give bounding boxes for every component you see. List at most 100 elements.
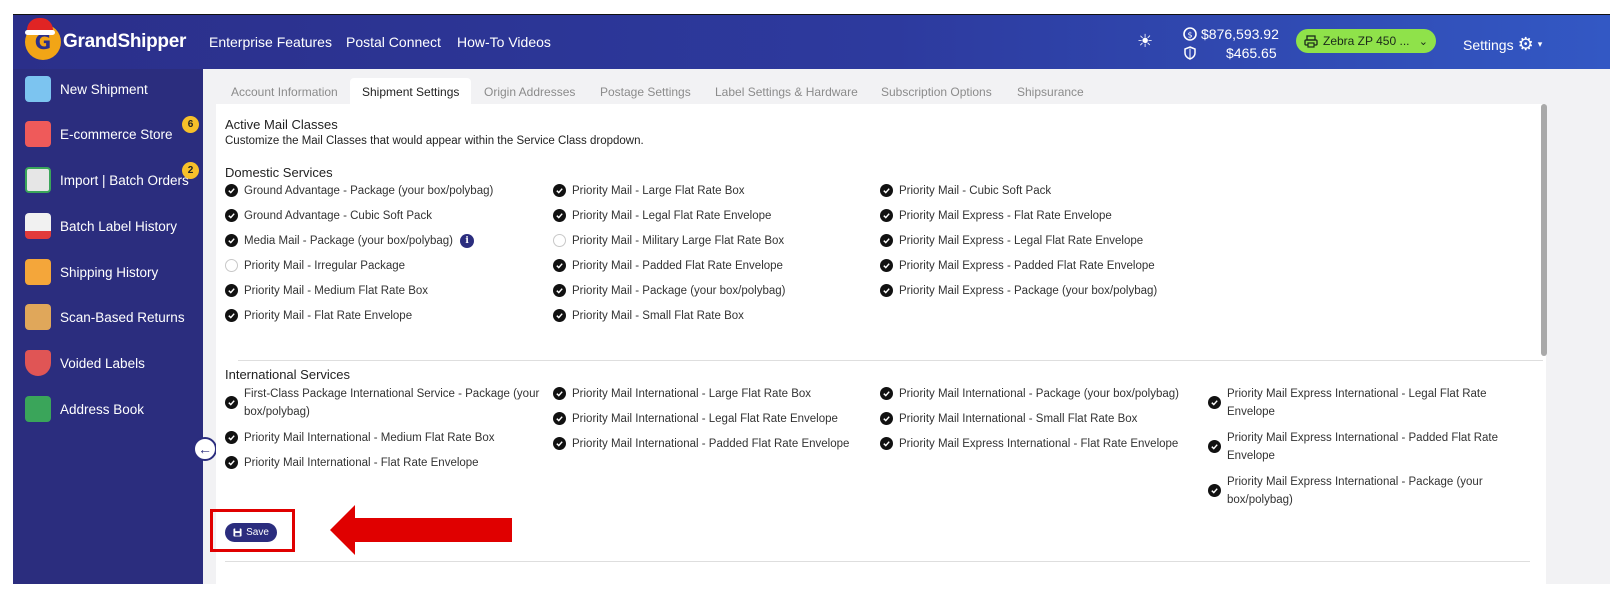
option-label: Priority Mail International - Large Flat… <box>572 388 812 400</box>
mail-class-option[interactable]: Priority Mail - Legal Flat Rate Envelope <box>553 207 873 225</box>
mail-class-option[interactable]: Priority Mail International - Large Flat… <box>553 385 873 403</box>
nav-enterprise-features[interactable]: Enterprise Features <box>209 34 332 50</box>
mail-class-option[interactable]: Priority Mail Express International - Le… <box>1208 385 1508 421</box>
mail-class-option[interactable]: Priority Mail - Irregular Package <box>225 257 545 275</box>
checkbox-checked-icon[interactable] <box>1208 484 1221 497</box>
mail-class-option[interactable]: Media Mail - Package (your box/polybag) i <box>225 232 545 250</box>
option-label: Priority Mail International - Package (y… <box>899 388 1179 400</box>
checkbox-checked-icon[interactable] <box>553 412 566 425</box>
sidebar-item-label: New Shipment <box>60 81 148 97</box>
checkbox-checked-icon[interactable] <box>553 309 566 322</box>
brand-logo[interactable]: G GrandShipper <box>25 18 186 63</box>
tab-subscription-options[interactable]: Subscription Options <box>869 78 1004 106</box>
option-label: Priority Mail - Padded Flat Rate Envelop… <box>572 260 783 272</box>
checkbox-checked-icon[interactable] <box>553 437 566 450</box>
tab-shipment-settings[interactable]: Shipment Settings <box>350 78 472 106</box>
checkbox-checked-icon[interactable] <box>225 396 238 409</box>
mail-class-option[interactable]: First-Class Package International Servic… <box>225 385 550 421</box>
option-label: Priority Mail - Flat Rate Envelope <box>244 310 413 322</box>
checkbox-checked-icon[interactable] <box>880 387 893 400</box>
mail-class-option[interactable]: Priority Mail International - Small Flat… <box>880 410 1200 428</box>
checkbox-checked-icon[interactable] <box>225 456 238 469</box>
mail-class-option[interactable]: Priority Mail - Large Flat Rate Box <box>553 182 873 200</box>
gear-icon: ⚙ <box>1517 34 1534 54</box>
sidebar-item-batch-label-history[interactable]: Batch Label History <box>13 206 203 246</box>
sidebar-item-new-shipment[interactable]: New Shipment <box>13 69 203 109</box>
collapse-sidebar-arrow-icon[interactable]: ← <box>193 437 217 461</box>
option-label: Ground Advantage - Package (your box/pol… <box>244 185 494 197</box>
checkbox-checked-icon[interactable] <box>553 387 566 400</box>
option-label: Priority Mail - Package (your box/polyba… <box>572 285 786 297</box>
checkbox-checked-icon[interactable] <box>880 284 893 297</box>
nav-how-to-videos[interactable]: How-To Videos <box>457 34 551 50</box>
sidebar-item-ecommerce-store[interactable]: E-commerce Store 6 <box>13 114 203 154</box>
checkbox-checked-icon[interactable] <box>880 259 893 272</box>
checkbox-checked-icon[interactable] <box>880 234 893 247</box>
checkbox-checked-icon[interactable] <box>225 234 238 247</box>
mail-class-option[interactable]: Priority Mail Express - Legal Flat Rate … <box>880 232 1200 250</box>
printer-select[interactable]: Zebra ZP 450 ... ⌄ <box>1296 29 1436 53</box>
theme-toggle-sun-icon[interactable]: ☀ <box>1137 31 1153 52</box>
settings-menu[interactable]: Settings ⚙ ▾ <box>1463 34 1542 55</box>
save-button[interactable]: Save <box>225 523 277 542</box>
mail-class-option[interactable]: Priority Mail Express International - Pa… <box>1208 429 1508 465</box>
insurance-balance[interactable]: $465.65 <box>1183 45 1277 61</box>
checkbox-checked-icon[interactable] <box>880 209 893 222</box>
sidebar-item-label: Shipping History <box>60 264 159 280</box>
mail-class-option[interactable]: Priority Mail Express - Package (your bo… <box>880 282 1200 300</box>
checkbox-checked-icon[interactable] <box>553 259 566 272</box>
checkbox-checked-icon[interactable] <box>1208 396 1221 409</box>
printer-icon <box>1304 34 1318 48</box>
checkbox-checked-icon[interactable] <box>225 431 238 444</box>
mail-class-option[interactable]: Priority Mail - Small Flat Rate Box <box>553 307 873 325</box>
tab-origin-addresses[interactable]: Origin Addresses <box>472 78 587 106</box>
mail-class-option[interactable]: Priority Mail Express International - Pa… <box>1208 473 1508 509</box>
info-icon[interactable]: i <box>460 234 475 248</box>
mail-class-option[interactable]: Priority Mail - Medium Flat Rate Box <box>225 282 545 300</box>
tab-account-information[interactable]: Account Information <box>219 78 350 106</box>
tab-shipsurance[interactable]: Shipsurance <box>1005 78 1096 106</box>
sidebar-item-import-batch-orders[interactable]: Import | Batch Orders 2 <box>13 160 203 200</box>
mail-class-option[interactable]: Priority Mail - Package (your box/polyba… <box>553 282 873 300</box>
checkbox-checked-icon[interactable] <box>880 437 893 450</box>
mail-class-option[interactable]: Priority Mail Express - Padded Flat Rate… <box>880 257 1200 275</box>
sidebar-item-address-book[interactable]: Address Book <box>13 389 203 429</box>
sidebar-item-shipping-history[interactable]: Shipping History <box>13 252 203 292</box>
option-label: Priority Mail International - Legal Flat… <box>572 413 838 425</box>
tab-label-settings-hardware[interactable]: Label Settings & Hardware <box>703 78 870 106</box>
mail-class-option[interactable]: Priority Mail International - Medium Fla… <box>225 429 550 447</box>
checkbox-checked-icon[interactable] <box>225 309 238 322</box>
checkbox-checked-icon[interactable] <box>553 284 566 297</box>
mail-class-option[interactable]: Priority Mail International - Padded Fla… <box>553 435 873 453</box>
vertical-scrollbar[interactable] <box>1541 104 1547 356</box>
mail-class-option[interactable]: Ground Advantage - Package (your box/pol… <box>225 182 545 200</box>
mail-class-option[interactable]: Priority Mail - Cubic Soft Pack <box>880 182 1200 200</box>
pdf-file-icon <box>25 213 51 239</box>
mail-class-option[interactable]: Priority Mail Express International - Fl… <box>880 435 1200 453</box>
mail-class-option[interactable]: Priority Mail Express - Flat Rate Envelo… <box>880 207 1200 225</box>
mail-class-option[interactable]: Priority Mail International - Legal Flat… <box>553 410 873 428</box>
checkbox-checked-icon[interactable] <box>225 284 238 297</box>
checkbox-unchecked-icon[interactable] <box>553 234 566 247</box>
mail-class-option[interactable]: Priority Mail - Padded Flat Rate Envelop… <box>553 257 873 275</box>
mail-class-option[interactable]: Priority Mail International - Flat Rate … <box>225 454 550 472</box>
mail-class-option[interactable]: Priority Mail - Flat Rate Envelope <box>225 307 545 325</box>
checkbox-checked-icon[interactable] <box>1208 440 1221 453</box>
checkbox-checked-icon[interactable] <box>553 209 566 222</box>
checkbox-unchecked-icon[interactable] <box>225 259 238 272</box>
option-label: Priority Mail Express International - Fl… <box>899 438 1179 450</box>
nav-postal-connect[interactable]: Postal Connect <box>346 34 441 50</box>
mail-class-option[interactable]: Priority Mail International - Package (y… <box>880 385 1200 403</box>
checkbox-checked-icon[interactable] <box>225 209 238 222</box>
checkbox-checked-icon[interactable] <box>880 184 893 197</box>
truck-icon <box>25 76 51 102</box>
tab-postage-settings[interactable]: Postage Settings <box>588 78 703 106</box>
checkbox-checked-icon[interactable] <box>553 184 566 197</box>
mail-class-option[interactable]: Ground Advantage - Cubic Soft Pack <box>225 207 545 225</box>
checkbox-checked-icon[interactable] <box>225 184 238 197</box>
checkbox-checked-icon[interactable] <box>880 412 893 425</box>
sidebar-item-voided-labels[interactable]: Voided Labels <box>13 343 203 383</box>
mail-class-option[interactable]: Priority Mail - Military Large Flat Rate… <box>553 232 873 250</box>
postage-balance[interactable]: $ $876,593.92 <box>1183 26 1279 42</box>
sidebar-item-scan-based-returns[interactable]: Scan-Based Returns <box>13 297 203 337</box>
